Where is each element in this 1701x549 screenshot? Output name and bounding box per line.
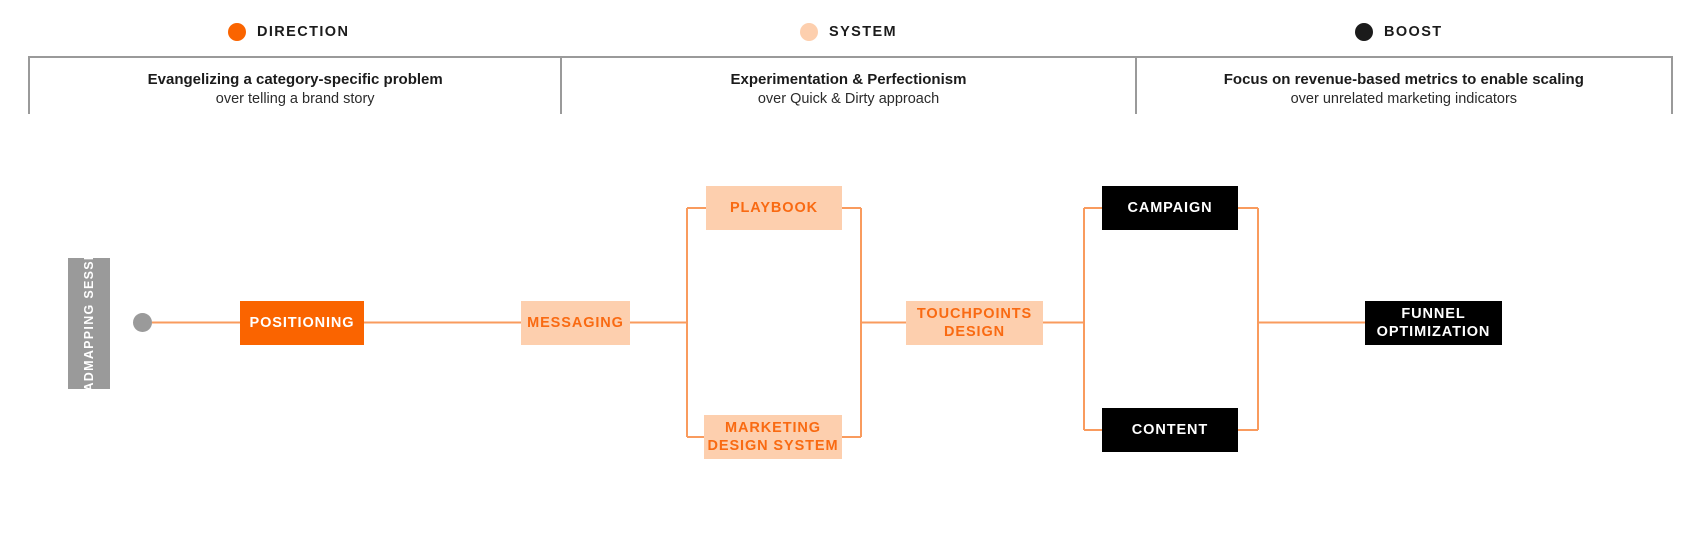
node-label: CAMPAIGN [1127,199,1213,216]
node-label: MESSAGING [527,314,624,331]
node-label: MARKETING DESIGN SYSTEM [707,419,839,454]
flow-start-dot-icon [133,313,152,332]
node-funnel-optimization[interactable]: FUNNEL OPTIMIZATION [1365,301,1502,345]
node-label: TOUCHPOINTS DESIGN [916,305,1033,340]
node-messaging[interactable]: MESSAGING [521,301,630,345]
flow-diagram: ROADMAPPING SESSION POSITIONING MESSAGIN… [0,0,1701,549]
node-label: CONTENT [1131,421,1209,438]
roadmapping-session-text: ROADMAPPING SESSION [81,234,96,413]
node-touchpoints-design[interactable]: TOUCHPOINTS DESIGN [906,301,1043,345]
node-label: FUNNEL OPTIMIZATION [1376,305,1491,340]
node-playbook[interactable]: PLAYBOOK [706,186,842,230]
roadmapping-session-label: ROADMAPPING SESSION [68,234,110,413]
node-positioning[interactable]: POSITIONING [240,301,364,345]
node-content[interactable]: CONTENT [1102,408,1238,452]
node-campaign[interactable]: CAMPAIGN [1102,186,1238,230]
node-label: POSITIONING [249,314,355,331]
flow-connectors [152,206,1365,439]
node-label: PLAYBOOK [729,199,819,216]
node-marketing-design-system[interactable]: MARKETING DESIGN SYSTEM [704,415,842,459]
